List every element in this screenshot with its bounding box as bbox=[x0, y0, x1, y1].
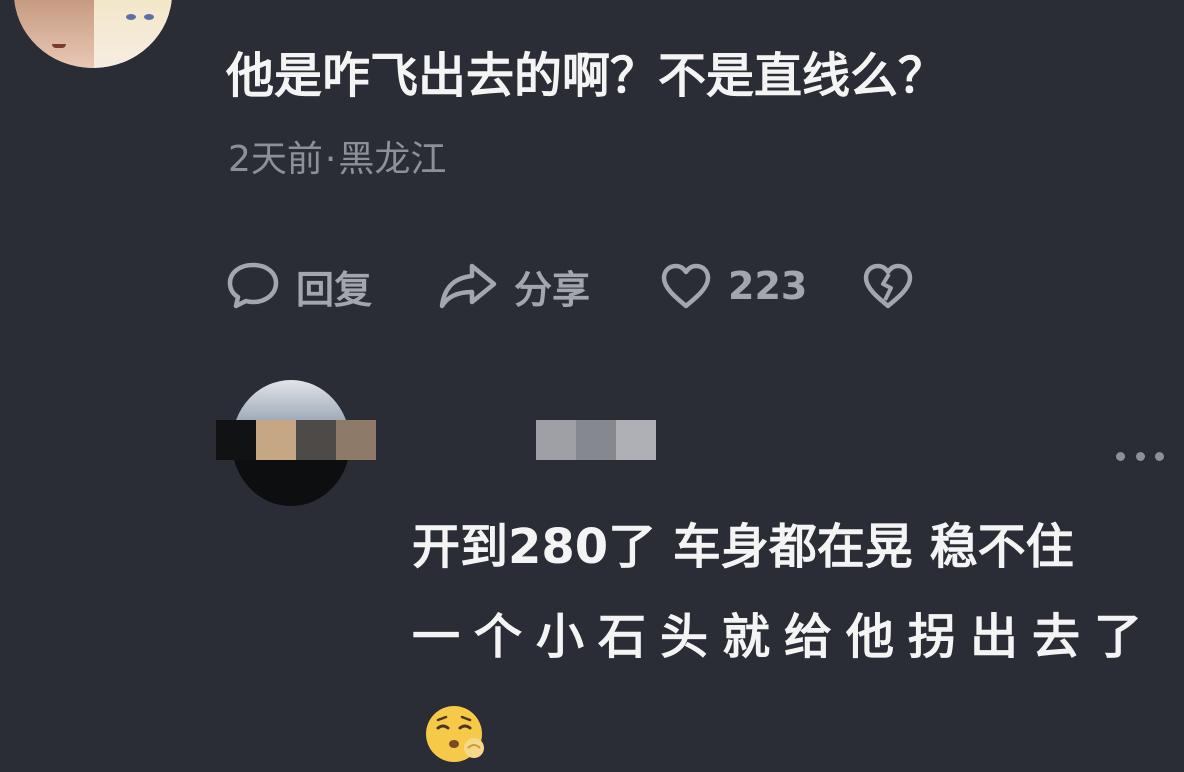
comment-actions: 回复 分享 223 bbox=[0, 258, 1184, 314]
avatar-dark-area bbox=[232, 460, 350, 506]
share-button[interactable]: 分享 bbox=[438, 258, 590, 314]
meta-separator: · bbox=[324, 139, 337, 180]
like-button[interactable]: 223 bbox=[660, 258, 807, 314]
share-label: 分享 bbox=[514, 267, 591, 312]
share-arrow-icon bbox=[439, 263, 497, 309]
comment-time: 2天前 bbox=[228, 139, 323, 180]
emoji-icon bbox=[426, 706, 484, 762]
reply-button[interactable]: 回复 bbox=[226, 258, 372, 314]
comment-thread: 他是咋飞出去的啊？不是直线么？ 2天前·黑龙江 回复 分享 223 开到280了… bbox=[0, 0, 1184, 772]
comment-location: 黑龙江 bbox=[338, 139, 447, 180]
comment-text-line: 开到280了 车身都在晃 稳不住 bbox=[412, 519, 1074, 575]
avatar-sky bbox=[232, 380, 350, 424]
avatar-mouth bbox=[52, 44, 66, 48]
reply-label: 回复 bbox=[296, 267, 373, 312]
avatar-eye bbox=[144, 14, 154, 20]
comment-text: 他是咋飞出去的啊？不是直线么？ bbox=[226, 48, 947, 104]
avatar[interactable] bbox=[14, 0, 172, 68]
more-dots-icon[interactable] bbox=[1116, 450, 1164, 462]
comment-meta: 2天前·黑龙江 bbox=[228, 136, 446, 184]
username-blurred bbox=[536, 420, 656, 460]
dislike-button[interactable] bbox=[862, 258, 914, 314]
comment-text-line: 一个小石头就给他拐出去了 bbox=[412, 609, 1157, 665]
like-count: 223 bbox=[728, 264, 808, 308]
heart-icon bbox=[661, 263, 711, 309]
avatar-mosaic bbox=[216, 420, 376, 460]
comment-bubble-icon bbox=[227, 262, 279, 309]
avatar-left-figure bbox=[14, 0, 94, 68]
broken-heart-icon bbox=[863, 263, 913, 309]
avatar-right-figure bbox=[94, 0, 172, 68]
avatar-eye bbox=[126, 14, 136, 20]
